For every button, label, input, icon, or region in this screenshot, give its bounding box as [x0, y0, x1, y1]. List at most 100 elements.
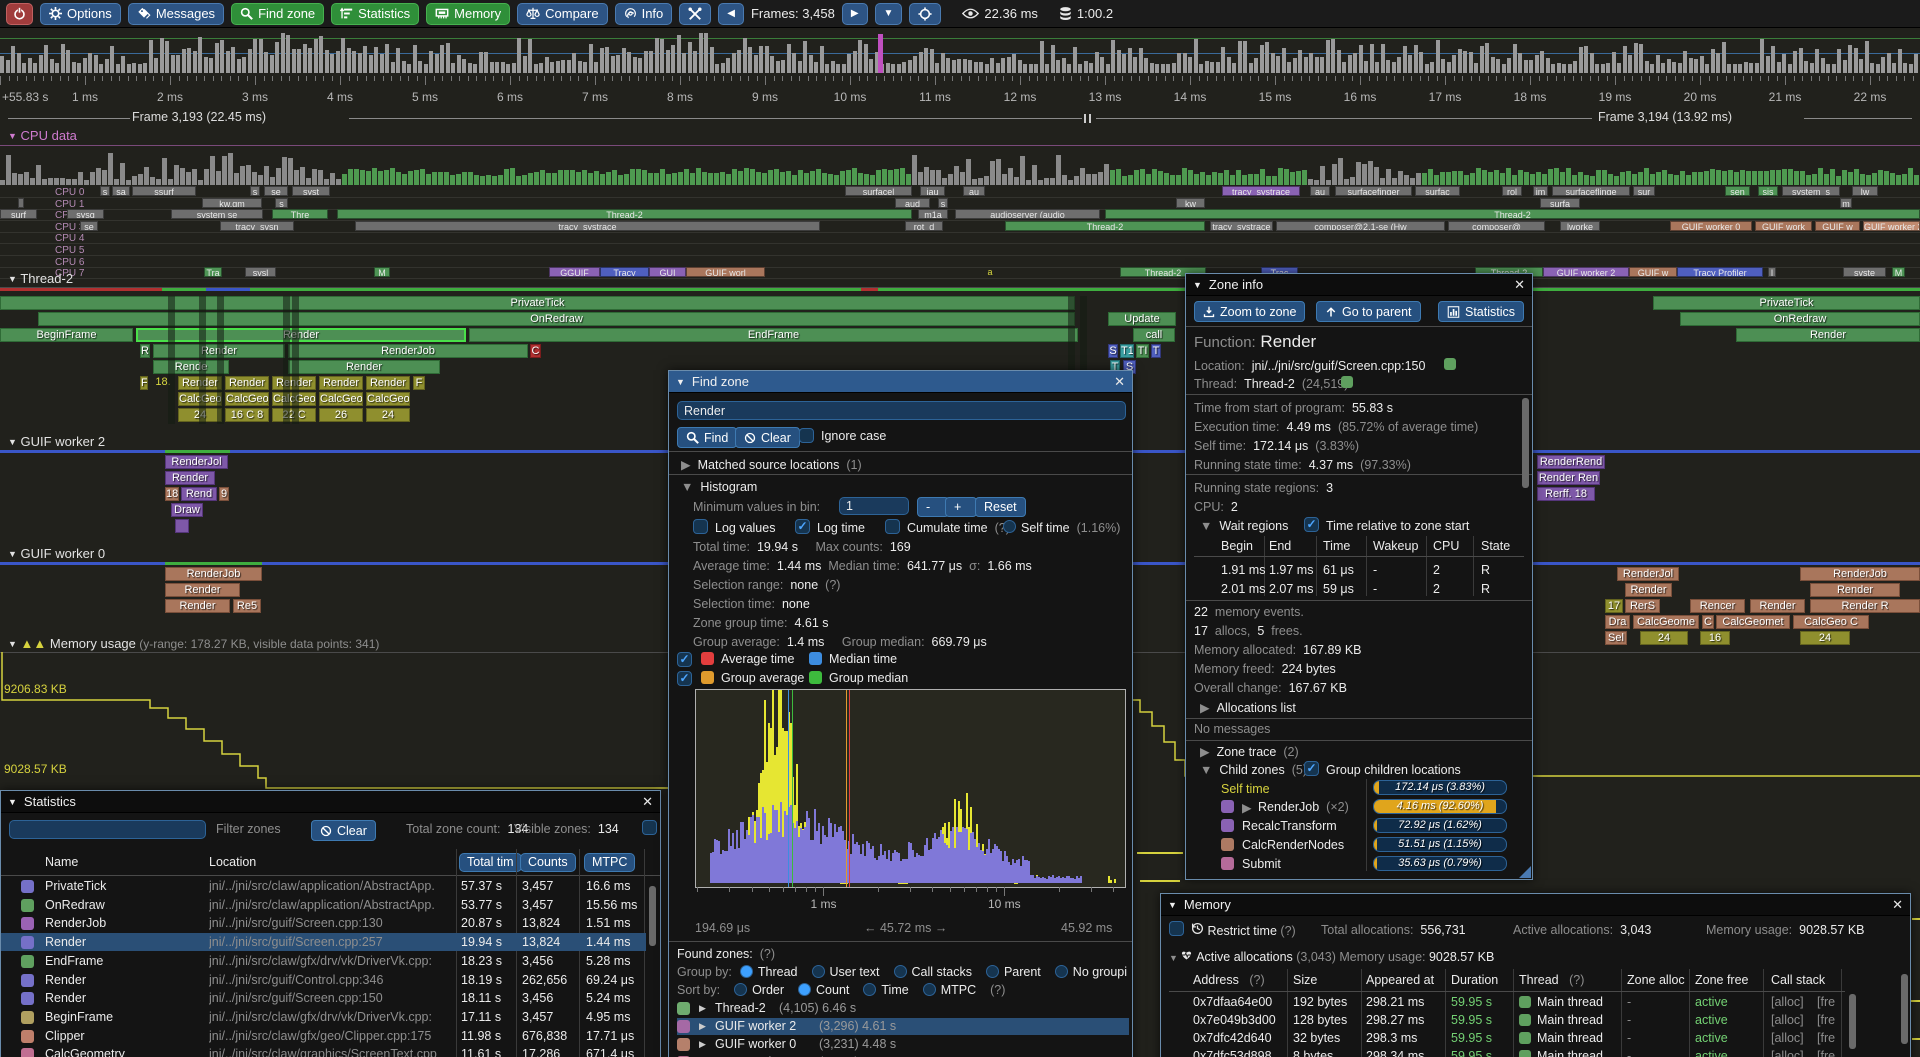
zone-rerff-18[interactable]: Rerff. 18: [1537, 487, 1595, 501]
cpu-block[interactable]: aud: [895, 198, 930, 208]
cpu-block[interactable]: GUIF w: [1815, 221, 1860, 231]
zone-rend[interactable]: Rend: [181, 487, 217, 501]
zone-info-zoom-to-zone-button[interactable]: Zoom to zone: [1194, 301, 1305, 322]
memory-usage-header[interactable]: ▼ ▲▲ Memory usage (y-range: 178.27 KB, v…: [8, 636, 708, 651]
cpu-block[interactable]: Thread-2: [1105, 209, 1920, 219]
zone-render[interactable]: Render: [1736, 328, 1920, 342]
next-frame-button[interactable]: ▶: [842, 3, 868, 25]
found-zones-thread-row[interactable]: ▶Thread-2(4,105) 6.46 s: [677, 1001, 1129, 1018]
cpu-block[interactable]: Tracy: [600, 267, 649, 277]
expand-icon[interactable]: ▶: [699, 1039, 709, 1051]
guif-worker0-header[interactable]: ▼ GUIF worker 0: [8, 546, 408, 561]
zone-re5[interactable]: Re5: [233, 599, 261, 613]
zone-calcgeo[interactable]: CalcGeo: [366, 392, 410, 406]
cpu-block[interactable]: tracy_systrace: [355, 221, 820, 231]
zone-renderjob[interactable]: RenderJob: [288, 344, 528, 358]
cpu-block[interactable]: system_s: [1782, 186, 1840, 196]
sort-by-option[interactable]: Time: [881, 983, 908, 997]
zone-render[interactable]: Render: [1810, 583, 1900, 597]
cpu-block[interactable]: surfacefinger: [1335, 186, 1412, 196]
filter-zones-input[interactable]: [9, 820, 206, 839]
cpu-block[interactable]: s: [938, 198, 948, 208]
sort-total-time-button[interactable]: Total tim: [459, 853, 522, 872]
zone-calcgeomet[interactable]: CalcGeomet: [1716, 615, 1790, 629]
zone-dra[interactable]: Dra: [1605, 615, 1630, 629]
cpu-block[interactable]: m1a: [918, 209, 948, 219]
allocation-row[interactable]: 0x7dfaa64e00192 bytes298.21 ms59.95 sMai…: [1161, 995, 1910, 1012]
cpu-block[interactable]: kw.gm: [202, 198, 262, 208]
zone-c[interactable]: C: [1702, 615, 1714, 629]
cpu-usage-graph[interactable]: [0, 152, 1920, 185]
cpu-block[interactable]: surfacel: [845, 186, 912, 196]
zone-beginf-rame[interactable]: BeginF­rame: [0, 328, 133, 342]
cpu-block[interactable]: GUIF work: [1755, 221, 1812, 231]
cpu-block[interactable]: tracy_systrace: [1210, 221, 1273, 231]
stats-table-row[interactable]: EndFramejni/../jni/src/claw/gfx/drv/vk/D…: [1, 954, 660, 972]
cpu-block[interactable]: se: [264, 186, 288, 196]
resize-grip[interactable]: [1519, 866, 1531, 878]
cpu-block[interactable]: tracy_systrace: [1222, 186, 1300, 196]
cpu-block[interactable]: au: [963, 186, 985, 196]
zone-renderjol[interactable]: RenderJol: [1617, 567, 1679, 581]
close-icon[interactable]: ✕: [1892, 897, 1903, 913]
zone-24[interactable]: 24: [1800, 631, 1850, 645]
group-by-option[interactable]: Thread: [758, 965, 798, 979]
find-zone-search-input[interactable]: [677, 401, 1126, 420]
zone-privatetick[interactable]: PrivateTick: [1653, 296, 1920, 310]
cpu-block[interactable]: GUIF w: [1629, 267, 1677, 277]
group-by-option[interactable]: User text: [830, 965, 880, 979]
expand-icon[interactable]: ▶: [699, 1021, 709, 1033]
stats-table-row[interactable]: BeginFramejni/../jni/src/claw/gfx/drv/vk…: [1, 1010, 660, 1028]
alloc-callstack-alloc[interactable]: [alloc]: [1771, 1049, 1811, 1057]
cpu-block[interactable]: I: [1768, 267, 1776, 277]
toolbar-statistics-button[interactable]: Statistics: [331, 3, 419, 25]
memory-window-scrollbar[interactable]: [1901, 974, 1908, 1044]
zone-17[interactable]: 17: [1605, 599, 1623, 613]
toolbar-tools-icon-button[interactable]: [679, 3, 711, 25]
cpu-block[interactable]: s: [275, 198, 288, 208]
sort-by-time[interactable]: [863, 983, 876, 996]
stats-table-row[interactable]: Renderjni/../jni/src/guif/Screen.cpp:150…: [1, 991, 660, 1009]
cpu-block[interactable]: M: [1892, 267, 1905, 277]
cpu-block[interactable]: composer@2.1-se (Hw: [1276, 221, 1445, 231]
zone-16[interactable]: 16: [1700, 631, 1730, 645]
stats-table-row[interactable]: Renderjni/../jni/src/guif/Screen.cpp:257…: [1, 935, 660, 953]
frame-graph-area[interactable]: [0, 31, 1920, 74]
cpu-block[interactable]: sa: [112, 186, 130, 196]
frame-dropdown-button[interactable]: ▼: [875, 3, 903, 25]
cpu-block[interactable]: rot_d: [905, 221, 943, 231]
zone-render[interactable]: Render: [288, 360, 440, 374]
cpu-data-header[interactable]: ▼ CPU data: [8, 128, 408, 143]
histogram-plot[interactable]: [695, 689, 1126, 888]
cpu-block[interactable]: Thread-2: [1005, 221, 1205, 231]
cpu-block[interactable]: GUIF worker 2: [1863, 221, 1920, 231]
restrict-time-checkbox[interactable]: [1169, 921, 1184, 936]
cpu-block[interactable]: im: [1533, 186, 1548, 196]
group-by-parent[interactable]: [986, 965, 999, 978]
zone-render[interactable]: Render: [225, 376, 269, 390]
alloc-callstack-alloc[interactable]: [alloc]: [1771, 1031, 1811, 1046]
log-time-checkbox[interactable]: ✓: [795, 519, 810, 534]
toolbar-messages-button[interactable]: Messages: [128, 3, 224, 25]
sort-counts-button[interactable]: Counts: [520, 853, 576, 872]
zone-18[interactable]: 18: [165, 487, 179, 501]
zone-call[interactable]: call: [1133, 328, 1175, 342]
found-zones-thread-row[interactable]: ▶GUIF worker 0(3,231) 4.48 s: [677, 1037, 1129, 1054]
log-values-checkbox[interactable]: [693, 519, 708, 534]
cpu-block[interactable]: GUIF worl: [686, 267, 765, 277]
collapse-icon[interactable]: ▼: [1193, 280, 1202, 290]
cpu-block[interactable]: rol: [1502, 186, 1522, 196]
zone-render[interactable]: Render: [136, 328, 466, 342]
cpu-block[interactable]: Tracy Profiler: [1677, 267, 1763, 277]
zone-26[interactable]: 26: [319, 408, 363, 422]
group-visible-checkbox[interactable]: ✓: [677, 671, 692, 686]
allocation-row[interactable]: 0x7e049b3d00128 bytes298.27 ms59.95 sMai…: [1161, 1013, 1910, 1030]
alloc-callstack-free[interactable]: [fre: [1817, 995, 1847, 1010]
zone-16-c-8[interactable]: 16 C 8: [225, 408, 269, 422]
group-children-checkbox[interactable]: ✓: [1304, 761, 1319, 776]
allocation-row[interactable]: 0x7dfc53d8988 bytes298.34 ms59.95 sMain …: [1161, 1049, 1910, 1057]
toolbar-options-button[interactable]: Options: [40, 3, 121, 25]
cpu-block[interactable]: GUIF worker 0: [1670, 221, 1752, 231]
zone-c[interactable]: C: [530, 344, 541, 358]
zone-calcgeome[interactable]: CalcGeome: [1633, 615, 1699, 629]
